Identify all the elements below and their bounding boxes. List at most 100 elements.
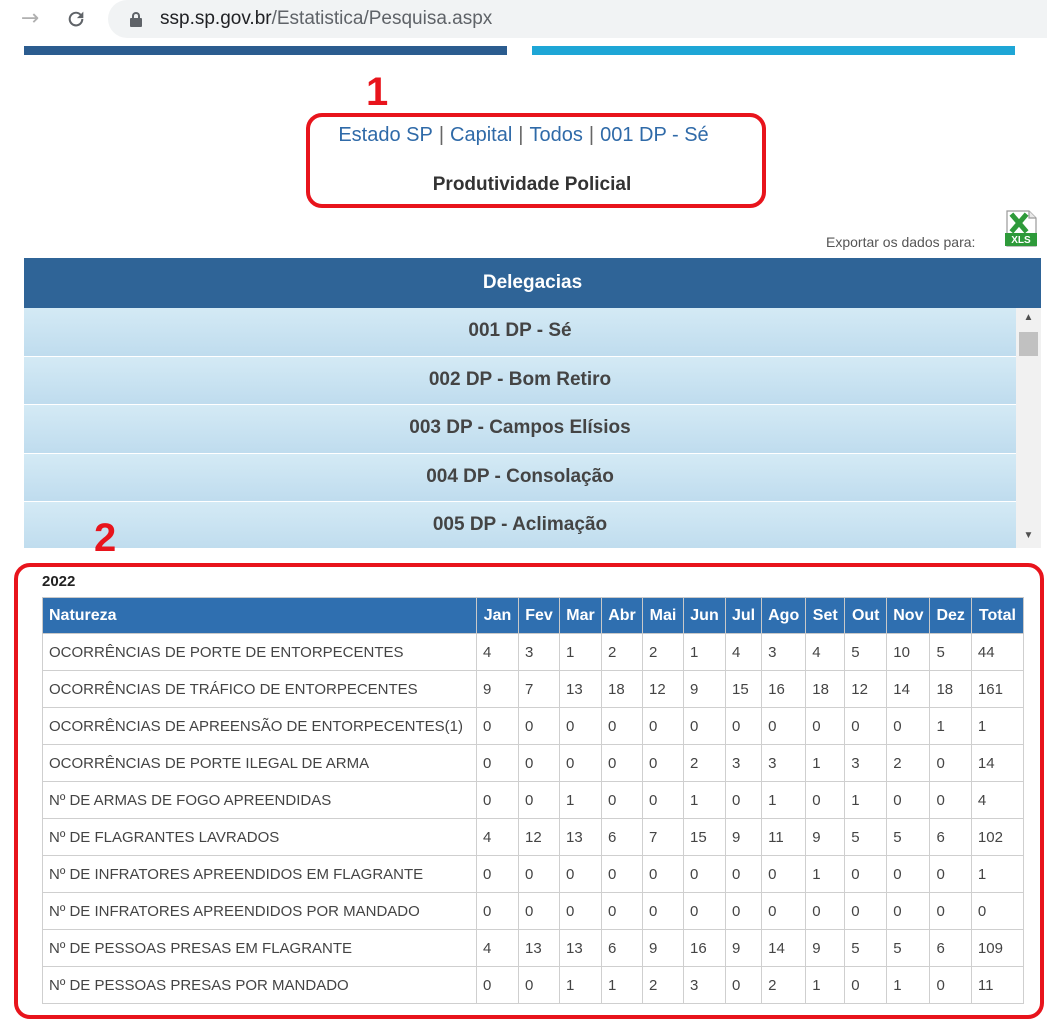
xls-icon-text: XLS xyxy=(1011,235,1031,246)
scroll-down-arrow-icon[interactable]: ▼ xyxy=(1016,528,1041,544)
month-value-cell: 0 xyxy=(518,707,560,745)
natureza-cell: Nº DE FLAGRANTES LAVRADOS xyxy=(42,818,477,856)
total-cell: 109 xyxy=(970,929,1024,967)
month-value-cell: 6 xyxy=(929,929,972,967)
month-value-cell: 1 xyxy=(805,744,846,782)
delegacias-scrollbar[interactable]: ▲ ▼ xyxy=(1016,308,1041,548)
month-value-cell: 0 xyxy=(929,892,972,930)
month-value-cell: 9 xyxy=(683,670,726,708)
delegacia-item[interactable]: 005 DP - Aclimação xyxy=(24,502,1016,548)
table-body: OCORRÊNCIAS DE PORTE DE ENTORPECENTES 4 3 1… xyxy=(42,633,1024,1004)
scroll-up-arrow-icon[interactable]: ▲ xyxy=(1016,310,1041,326)
month-value-cell: 5 xyxy=(886,929,931,967)
column-header-month: Ago xyxy=(761,597,807,634)
natureza-cell: Nº DE ARMAS DE FOGO APREENDIDAS xyxy=(42,781,477,819)
breadcrumb-separator: | xyxy=(588,124,595,146)
scroll-thumb[interactable] xyxy=(1019,332,1038,356)
column-header-month: Out xyxy=(844,597,888,634)
month-value-cell: 12 xyxy=(518,818,560,856)
month-value-cell: 0 xyxy=(886,892,931,930)
month-value-cell: 0 xyxy=(518,744,560,782)
month-value-cell: 0 xyxy=(559,892,602,930)
month-value-cell: 3 xyxy=(724,744,763,782)
month-value-cell: 5 xyxy=(844,633,888,671)
month-value-cell: 0 xyxy=(683,892,726,930)
forward-arrow-icon[interactable]: → xyxy=(14,4,46,34)
column-header-month: Mar xyxy=(559,597,602,634)
table-row: Nº DE ARMAS DE FOGO APREENDIDAS 0 0 1 0 0 1 0 1 0… xyxy=(42,781,1024,819)
xls-export-icon[interactable]: XLS xyxy=(1004,210,1038,247)
table-row: Nº DE INFRATORES APREENDIDOS EM FLAGRANT… xyxy=(42,855,1024,893)
month-value-cell: 0 xyxy=(761,707,807,745)
month-value-cell: 6 xyxy=(929,818,972,856)
month-value-cell: 1 xyxy=(929,707,972,745)
delegacia-item[interactable]: 001 DP - Sé xyxy=(24,308,1016,357)
month-value-cell: 0 xyxy=(476,892,519,930)
month-value-cell: 1 xyxy=(559,781,602,819)
month-value-cell: 13 xyxy=(518,929,560,967)
month-value-cell: 10 xyxy=(886,633,931,671)
delegacia-item[interactable]: 004 DP - Consolação xyxy=(24,453,1016,502)
month-value-cell: 0 xyxy=(805,707,846,745)
export-label: Exportar os dados para: xyxy=(826,234,976,250)
month-value-cell: 7 xyxy=(518,670,560,708)
month-value-cell: 0 xyxy=(724,781,763,819)
month-value-cell: 0 xyxy=(929,781,972,819)
month-value-cell: 3 xyxy=(761,744,807,782)
breadcrumb: Estado SP | Capital | Todos | 001 DP - Sé xyxy=(0,124,1047,147)
delegacia-item[interactable]: 002 DP - Bom Retiro xyxy=(24,356,1016,405)
month-value-cell: 9 xyxy=(476,670,519,708)
reload-icon[interactable] xyxy=(60,4,92,34)
table-row: OCORRÊNCIAS DE TRÁFICO DE ENTORPECENTES 9… xyxy=(42,670,1024,708)
table-row: OCORRÊNCIAS DE APREENSÃO DE ENTORPECENTE… xyxy=(42,707,1024,745)
month-value-cell: 13 xyxy=(559,670,602,708)
column-header-month: Nov xyxy=(886,597,931,634)
delegacias-list: 001 DP - Sé 002 DP - Bom Retiro 003 DP -… xyxy=(24,308,1016,548)
breadcrumb-separator: | xyxy=(518,124,524,146)
month-value-cell: 18 xyxy=(805,670,846,708)
total-cell: 1 xyxy=(970,707,1024,745)
breadcrumb-capital[interactable]: Capital xyxy=(450,124,512,146)
annotation-number-1: 1 xyxy=(366,70,389,114)
delegacia-item[interactable]: 003 DP - Campos Elísios xyxy=(24,405,1016,454)
month-value-cell: 3 xyxy=(683,966,726,1004)
url-text[interactable]: ssp.sp.gov.br/Estatistica/Pesquisa.aspx xyxy=(160,8,492,30)
month-value-cell: 1 xyxy=(844,781,888,819)
month-value-cell: 0 xyxy=(642,744,684,782)
top-decor-bar-right xyxy=(532,46,1015,55)
natureza-cell: Nº DE INFRATORES APREENDIDOS EM FLAGRANT… xyxy=(42,855,477,893)
month-value-cell: 14 xyxy=(886,670,931,708)
table-row: OCORRÊNCIAS DE PORTE DE ENTORPECENTES 4 3 1… xyxy=(42,633,1024,671)
month-value-cell: 0 xyxy=(559,707,602,745)
address-bar[interactable]: ssp.sp.gov.br/Estatistica/Pesquisa.aspx xyxy=(108,0,1047,38)
breadcrumb-todos[interactable]: Todos xyxy=(530,124,583,146)
month-value-cell: 2 xyxy=(761,966,807,1004)
lock-icon[interactable] xyxy=(130,12,142,27)
month-value-cell: 4 xyxy=(476,818,519,856)
month-value-cell: 2 xyxy=(642,633,684,671)
breadcrumb-separator: | xyxy=(438,124,445,146)
page-title: Produtividade Policial xyxy=(432,174,632,195)
month-value-cell: 14 xyxy=(761,929,807,967)
month-value-cell: 5 xyxy=(886,818,931,856)
month-value-cell: 0 xyxy=(805,781,846,819)
month-value-cell: 0 xyxy=(761,855,807,893)
month-value-cell: 0 xyxy=(601,855,643,893)
month-value-cell: 0 xyxy=(601,744,643,782)
month-value-cell: 0 xyxy=(642,707,684,745)
month-value-cell: 0 xyxy=(683,855,726,893)
month-value-cell: 1 xyxy=(805,855,846,893)
natureza-cell: OCORRÊNCIAS DE PORTE ILEGAL DE ARMA xyxy=(42,744,477,782)
month-value-cell: 0 xyxy=(844,966,888,1004)
month-value-cell: 18 xyxy=(929,670,972,708)
month-value-cell: 3 xyxy=(844,744,888,782)
month-value-cell: 3 xyxy=(518,633,560,671)
month-value-cell: 0 xyxy=(886,707,931,745)
breadcrumb-delegacia[interactable]: 001 DP - Sé xyxy=(600,124,709,146)
month-value-cell: 0 xyxy=(724,966,763,1004)
month-value-cell: 4 xyxy=(724,633,763,671)
breadcrumb-estado-sp[interactable]: Estado SP xyxy=(338,124,433,146)
top-decor-bar-left xyxy=(24,46,507,55)
month-value-cell: 0 xyxy=(518,855,560,893)
month-value-cell: 9 xyxy=(724,929,763,967)
